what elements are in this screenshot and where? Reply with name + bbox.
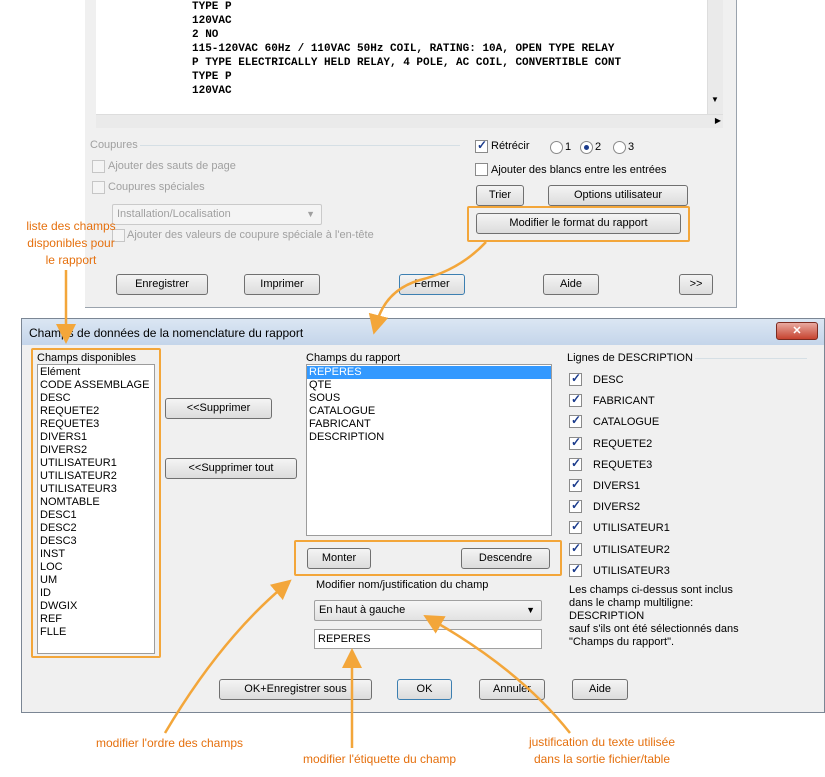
arrow-format: [368, 241, 487, 335]
annotation-arrows: [56, 241, 571, 748]
arrow-justif: [423, 615, 571, 734]
arrow-ordre: [163, 579, 292, 734]
